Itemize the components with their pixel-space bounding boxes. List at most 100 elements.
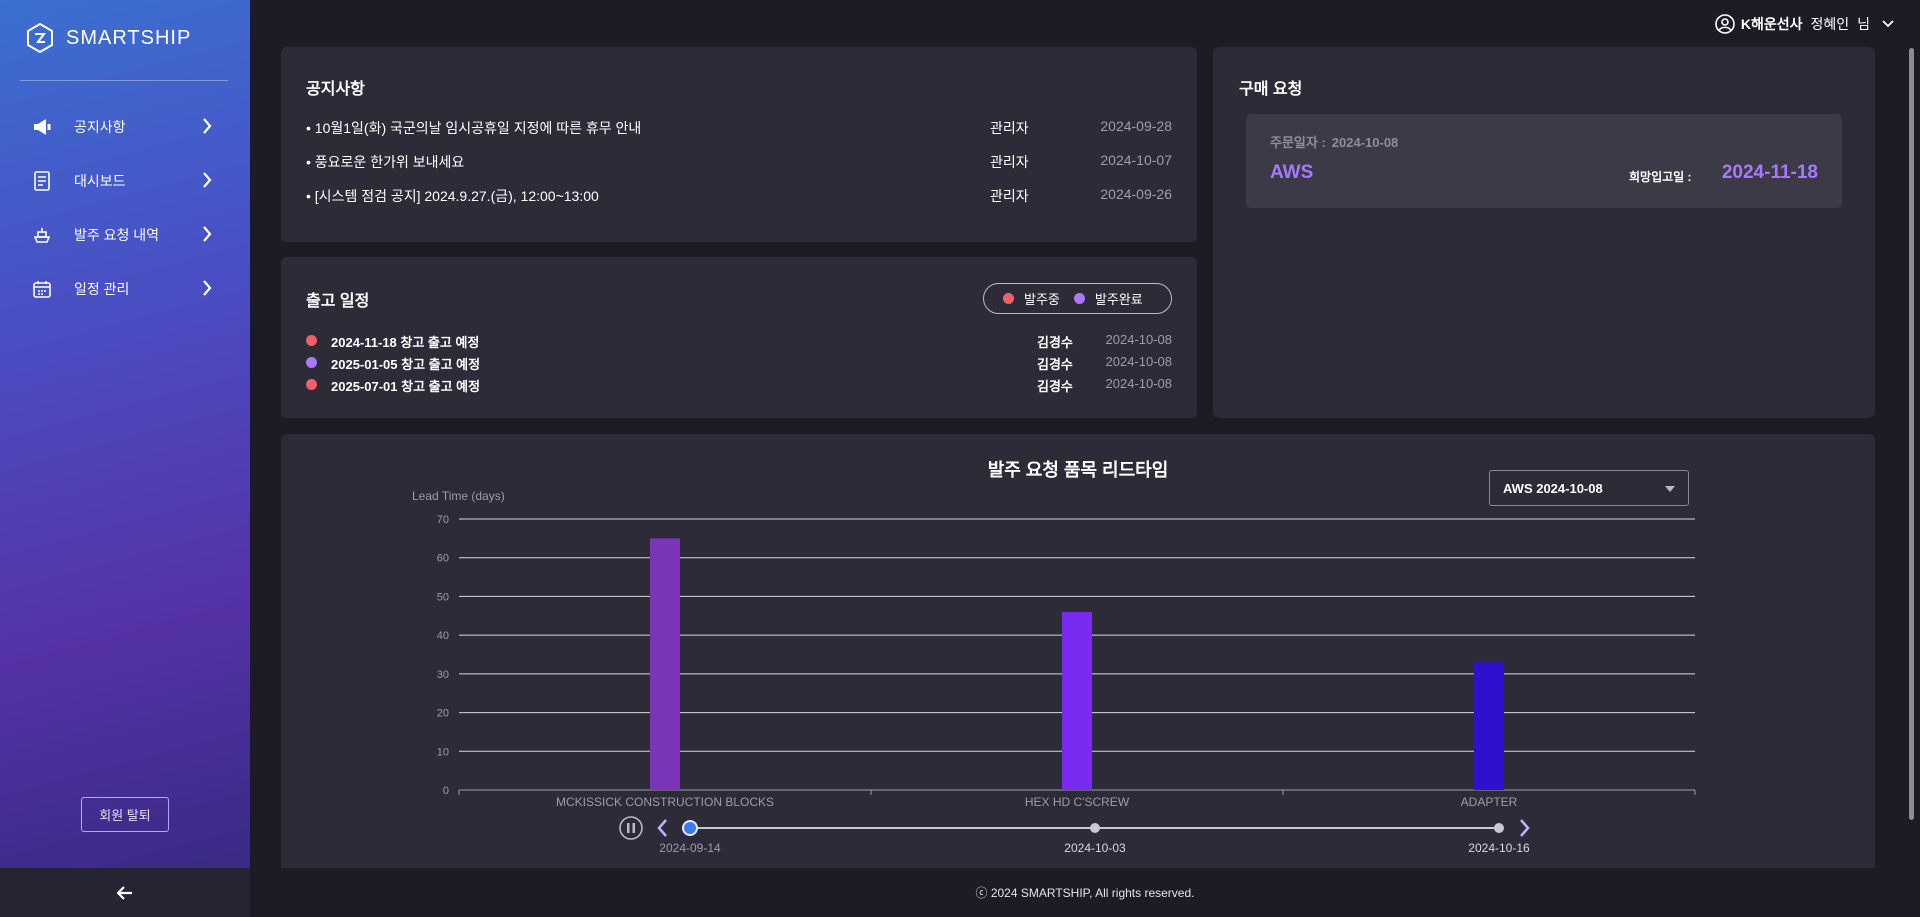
timeline-next-button[interactable] <box>1520 819 1530 837</box>
purchase-order-item[interactable]: 주문일자 : 2024-10-08 AWS 희망입고일 : 2024-11-18 <box>1246 114 1842 208</box>
sidebar-item-orders[interactable]: 발주 요청 내역 <box>0 208 250 262</box>
logo-text: SMARTSHIP <box>66 26 192 49</box>
order-date: 2024-10-08 <box>1331 135 1399 150</box>
y-tick-label: 20 <box>437 708 449 720</box>
footer: ⓒ 2024 SMARTSHIP, All rights reserved. <box>250 868 1920 917</box>
desired-arrival-date: 2024-11-18 <box>1721 162 1818 183</box>
notice-row[interactable]: • [시스템 점검 공지] 2024.9.27.(금), 12:00~13:00… <box>306 186 1172 206</box>
notice-text: • [시스템 점검 공지] 2024.9.27.(금), 12:00~13:00 <box>306 188 599 204</box>
notice-author: 관리자 <box>990 188 1029 204</box>
y-tick-label: 70 <box>437 514 449 526</box>
user-company: K해운선사 <box>1740 16 1803 32</box>
copyright-text: ⓒ 2024 SMARTSHIP, All rights reserved. <box>975 886 1195 900</box>
legend-label: 발주완료 <box>1094 292 1143 307</box>
notice-date: 2024-10-07 <box>1100 152 1172 168</box>
pause-button[interactable] <box>619 816 643 840</box>
lead-time-chart-card: Lead Time (days) 0 10 20 30 40 50 60 70 MCKISSICK… <box>281 434 1875 868</box>
withdraw-button[interactable]: 회원 탈퇴 <box>81 797 169 832</box>
chart-bar[interactable] <box>1474 662 1504 790</box>
scrollbar[interactable] <box>1909 48 1914 820</box>
shipping-person: 김경수 <box>1037 335 1073 350</box>
ship-icon <box>32 225 52 245</box>
chevron-right-icon <box>203 280 212 296</box>
y-tick-label: 30 <box>437 669 449 681</box>
sidebar-item-label: 일정 관리 <box>74 281 130 297</box>
shipping-schedule-card: 출고 일정 발주중 발주완료 2024-11-18 창고 출고 예정 김경수 2… <box>281 257 1197 418</box>
x-tick-label: ADAPTER <box>1461 795 1518 809</box>
user-menu[interactable]: K해운선사 정혜인 님 <box>1715 14 1894 34</box>
order-select-value: AWS 2024-10-08 <box>1503 480 1603 496</box>
timeline-date-label: 2024-10-03 <box>1064 841 1126 855</box>
timeline-date-label: 2024-10-16 <box>1468 841 1530 855</box>
timeline-date-label: 2024-09-14 <box>659 841 721 855</box>
order-select-dropdown[interactable]: AWS 2024-10-08 <box>1489 470 1689 506</box>
purchase-request-card: 구매 요청 주문일자 : 2024-10-08 AWS 희망입고일 : 2024-… <box>1213 47 1875 418</box>
arrow-left-icon[interactable] <box>117 885 133 900</box>
order-vendor: AWS <box>1270 162 1314 183</box>
chart-bar[interactable] <box>1062 611 1092 790</box>
notice-text: • 풍요로운 한가위 보내세요 <box>306 154 465 170</box>
shipping-person: 김경수 <box>1037 379 1073 394</box>
shipping-row[interactable]: 2025-07-01 창고 출고 예정 김경수 2024-10-08 <box>306 375 1172 395</box>
shipping-text: 2025-01-05 창고 출고 예정 <box>331 357 481 372</box>
sidebar-nav: 공지사항 대시보드 발주 요청 내역 일정 관리 <box>0 100 250 316</box>
chevron-right-icon <box>203 118 212 134</box>
purchase-title: 구매 요청 <box>1239 81 1303 98</box>
status-dot <box>306 379 317 390</box>
legend-dot-ordering <box>1003 293 1014 304</box>
shipping-row[interactable]: 2024-11-18 창고 출고 예정 김경수 2024-10-08 <box>306 331 1172 351</box>
logo-icon <box>27 22 53 54</box>
timeline-prev-button[interactable] <box>657 819 667 837</box>
y-tick-label: 40 <box>437 630 449 642</box>
sidebar: SMARTSHIP 공지사항 대시보드 발주 요청 내역 일정 관리 회원 탈퇴 <box>0 0 250 868</box>
chevron-right-icon <box>203 172 212 188</box>
pause-icon <box>632 823 635 833</box>
order-date-label: 주문일자 : <box>1270 135 1326 150</box>
notice-row[interactable]: • 10월1일(화) 국군의날 임시공휴일 지정에 따른 휴무 안내 관리자 2… <box>306 118 1172 138</box>
user-name: 정혜인 <box>1810 16 1850 32</box>
sidebar-item-label: 발주 요청 내역 <box>74 227 160 243</box>
shipping-text: 2025-07-01 창고 출고 예정 <box>331 379 481 394</box>
notice-author: 관리자 <box>990 120 1029 136</box>
notice-date: 2024-09-26 <box>1100 186 1172 202</box>
status-legend: 발주중 발주완료 <box>983 283 1172 314</box>
sidebar-item-label: 공지사항 <box>74 119 126 135</box>
timeline-point-active[interactable] <box>682 820 698 836</box>
x-tick-label: HEX HD C'SCREW <box>1025 795 1130 809</box>
shipping-date: 2024-10-08 <box>1105 354 1173 369</box>
sidebar-collapse-bar <box>0 868 250 917</box>
shipping-text: 2024-11-18 창고 출고 예정 <box>331 335 480 350</box>
logo[interactable]: SMARTSHIP <box>24 22 191 54</box>
sidebar-item-notice[interactable]: 공지사항 <box>0 100 250 154</box>
shipping-person: 김경수 <box>1037 357 1073 372</box>
shipping-row[interactable]: 2025-01-05 창고 출고 예정 김경수 2024-10-08 <box>306 353 1172 373</box>
notice-title: 공지사항 <box>306 81 365 98</box>
notice-author: 관리자 <box>990 154 1029 170</box>
pause-icon <box>627 823 630 833</box>
chart-bar[interactable] <box>650 538 680 790</box>
user-icon <box>1715 14 1735 34</box>
shipping-title: 출고 일정 <box>306 293 370 310</box>
x-tick-label: MCKISSICK CONSTRUCTION BLOCKS <box>556 795 774 809</box>
legend-label: 발주중 <box>1024 292 1060 307</box>
shipping-date: 2024-10-08 <box>1105 376 1173 391</box>
user-suffix: 님 <box>1857 16 1870 32</box>
timeline-point[interactable] <box>1090 823 1100 833</box>
chevron-right-icon <box>203 226 212 242</box>
notice-row[interactable]: • 풍요로운 한가위 보내세요 관리자 2024-10-07 <box>306 152 1172 172</box>
calendar-icon <box>32 279 52 299</box>
y-tick-label: 50 <box>437 591 449 603</box>
order-date-row: 주문일자 : 2024-10-08 <box>1270 132 1398 151</box>
notice-card: 공지사항 • 10월1일(화) 국군의날 임시공휴일 지정에 따른 휴무 안내 … <box>281 47 1197 242</box>
timeline-point[interactable] <box>1494 823 1504 833</box>
divider <box>20 80 228 81</box>
sidebar-item-label: 대시보드 <box>74 173 126 189</box>
sidebar-item-schedule[interactable]: 일정 관리 <box>0 262 250 316</box>
notice-text: • 10월1일(화) 국군의날 임시공휴일 지정에 따른 휴무 안내 <box>306 120 642 136</box>
sidebar-item-dashboard[interactable]: 대시보드 <box>0 154 250 208</box>
shipping-date: 2024-10-08 <box>1105 332 1173 347</box>
status-dot <box>306 335 317 346</box>
caret-down-icon <box>1665 486 1675 492</box>
document-icon <box>32 171 52 191</box>
y-tick-label: 60 <box>437 553 449 565</box>
